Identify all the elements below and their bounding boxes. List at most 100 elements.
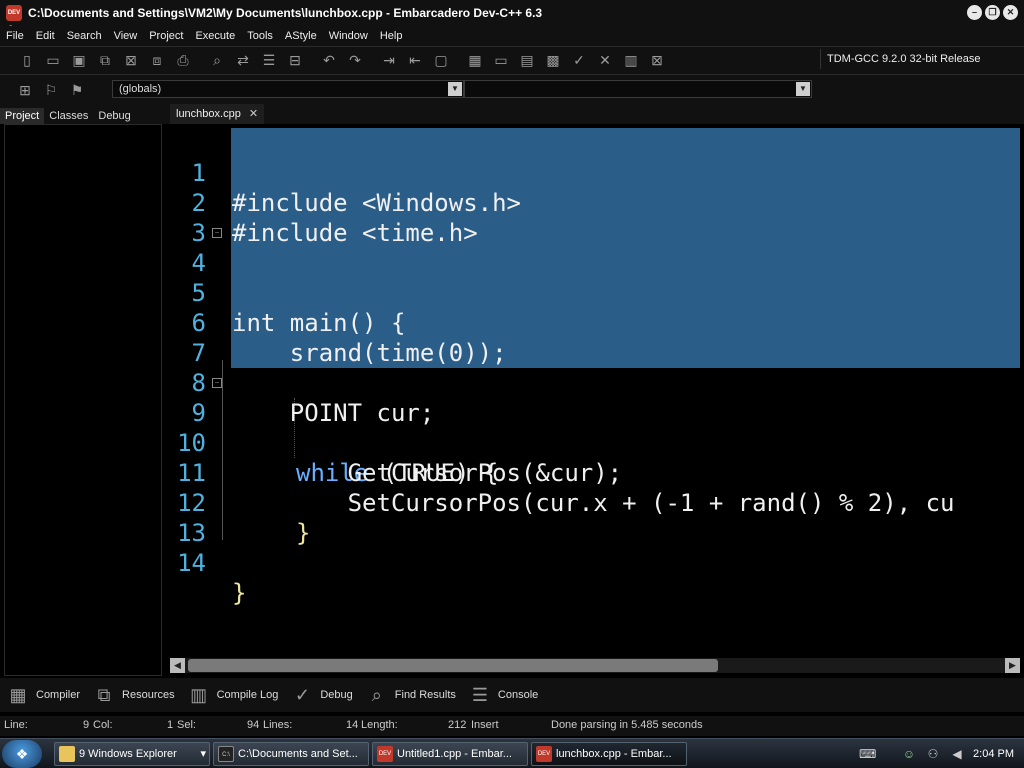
status-col-value: 1 <box>167 719 174 731</box>
profile-icon[interactable]: ▥ <box>618 49 644 73</box>
compile-run-icon[interactable]: ▤ <box>514 49 540 73</box>
close-button[interactable]: ✕ <box>1003 5 1018 20</box>
scroll-left-icon[interactable]: ◀ <box>170 658 185 673</box>
keyboard-icon[interactable]: ⌨ <box>859 746 876 762</box>
fold-collapse-icon[interactable]: − <box>212 378 222 388</box>
network-icon[interactable]: ⚇ <box>925 746 941 762</box>
minimize-button[interactable]: – <box>967 5 982 20</box>
replace-icon[interactable]: ⇄ <box>230 49 256 73</box>
syntax-check-icon[interactable]: ✓ <box>566 49 592 73</box>
undo-icon[interactable]: ↶ <box>316 49 342 73</box>
tab-project[interactable]: Project <box>0 108 45 124</box>
editor-tab-bar: lunchbox.cpp ✕ <box>166 104 1024 124</box>
tab-label: Debug <box>320 689 353 701</box>
menu-search[interactable]: Search <box>61 30 108 42</box>
tab-compile-log[interactable]: ▥ Compile Log <box>185 682 278 708</box>
tab-classes[interactable]: Classes <box>44 108 93 124</box>
unindent-icon[interactable]: ⇤ <box>402 49 428 73</box>
editor-tab-lunchbox[interactable]: lunchbox.cpp ✕ <box>170 104 265 124</box>
status-lines-label: Lines: <box>263 719 293 731</box>
editor-tab-label: lunchbox.cpp <box>176 108 241 120</box>
open-folder-icon[interactable]: ▭ <box>40 49 66 73</box>
tab-compiler[interactable]: ▦ Compiler <box>4 682 80 708</box>
tab-debug-output[interactable]: ✓ Debug <box>288 682 353 708</box>
scroll-right-icon[interactable]: ▶ <box>1005 658 1020 673</box>
user-icon[interactable]: ☺ <box>901 746 917 762</box>
tab-find-results[interactable]: ⌕ Find Results <box>363 682 456 708</box>
horizontal-scrollbar[interactable]: ◀ ▶ <box>170 658 1020 673</box>
status-line-value: 9 <box>83 719 90 731</box>
chevron-down-icon[interactable]: ▼ <box>796 82 810 96</box>
bar-chart-icon: ▥ <box>190 685 208 705</box>
code-line-current: 9 − while (TRUE) { <box>166 368 1020 487</box>
taskbar-windows-explorer[interactable]: 9 Windows Explorer ▾ <box>54 742 210 766</box>
save-icon[interactable]: ▣ <box>66 49 92 73</box>
menu-astyle[interactable]: AStyle <box>279 30 323 42</box>
devcpp-app-icon[interactable]: DEV C++ <box>6 5 22 32</box>
menu-edit[interactable]: Edit <box>30 30 61 42</box>
goto-bookmark-icon[interactable]: ⚑ <box>64 78 90 102</box>
menu-project[interactable]: Project <box>143 30 189 42</box>
rebuild-all-icon[interactable]: ▩ <box>540 49 566 73</box>
close-all-icon[interactable]: ⧈ <box>144 49 170 73</box>
compile-icon[interactable]: ▦ <box>462 49 488 73</box>
save-all-icon[interactable]: ⧉ <box>92 49 118 73</box>
code-editor[interactable]: 1 #include <Windows.h> 2 #include <time.… <box>166 124 1020 658</box>
members-combobox[interactable]: ▼ <box>464 80 812 98</box>
status-line-label: Line: <box>4 719 28 731</box>
class-toolbar: ⊞ ⚐ ⚑ (globals) ▼ ▼ <box>0 74 1024 104</box>
console-icon: ☰ <box>471 685 488 705</box>
project-browser-panel[interactable] <box>4 124 162 676</box>
scrollbar-thumb[interactable] <box>188 659 718 672</box>
resources-icon: ⧉ <box>97 685 111 705</box>
status-message: Done parsing in 5.485 seconds <box>551 719 703 731</box>
status-bar: Line: 9 Col: 1 Sel: 94 Lines: 14 Length:… <box>0 716 1024 736</box>
left-panel-tabs: Project Classes Debug <box>0 104 166 124</box>
goto-line-icon[interactable]: ☰ <box>256 49 282 73</box>
tab-debug[interactable]: Debug <box>93 108 135 124</box>
indent-icon[interactable]: ⇥ <box>376 49 402 73</box>
close-file-icon[interactable]: ⊠ <box>118 49 144 73</box>
taskbar-lunchbox-devcpp[interactable]: DEV lunchbox.cpp - Embar... <box>531 742 687 766</box>
delete-profile-icon[interactable]: ⊠ <box>644 49 670 73</box>
globals-combobox-value: (globals) <box>119 83 162 95</box>
menu-file[interactable]: File <box>0 30 30 42</box>
start-button[interactable]: ❖ <box>2 740 42 768</box>
restore-button[interactable]: ❐ <box>985 5 1000 20</box>
menu-bar: File Edit Search View Project Execute To… <box>0 26 1024 46</box>
code-line: 8 POINT cur; <box>166 338 1020 427</box>
clock[interactable]: 2:04 PM <box>973 748 1014 760</box>
menu-window[interactable]: Window <box>323 30 374 42</box>
redo-icon[interactable]: ↷ <box>342 49 368 73</box>
print-icon[interactable]: ⎙ <box>170 49 196 73</box>
close-tab-icon[interactable]: ✕ <box>249 104 258 124</box>
menu-execute[interactable]: Execute <box>189 30 241 42</box>
taskbar-command-prompt[interactable]: C:\ C:\Documents and Set... <box>213 742 369 766</box>
fold-collapse-icon[interactable]: − <box>212 228 222 238</box>
compiler-select[interactable]: TDM-GCC 9.2.0 32-bit Release <box>820 49 1018 69</box>
toggle-bookmark-icon[interactable]: ⚐ <box>38 78 64 102</box>
chevron-down-icon[interactable]: ▼ <box>448 82 462 96</box>
taskbar-untitled1-devcpp[interactable]: DEV Untitled1.cpp - Embar... <box>372 742 528 766</box>
menu-help[interactable]: Help <box>374 30 409 42</box>
toggle-fold-icon[interactable]: ⊟ <box>282 49 308 73</box>
tab-console[interactable]: ☰ Console <box>466 682 538 708</box>
stop-icon[interactable]: ✕ <box>592 49 618 73</box>
tab-resources[interactable]: ⧉ Resources <box>90 682 175 708</box>
comment-icon[interactable]: ▢ <box>428 49 454 73</box>
new-file-icon[interactable]: ▯ <box>14 49 40 73</box>
code-line: 13 <box>166 488 1020 547</box>
volume-icon[interactable]: ◀ <box>949 746 965 762</box>
code-line: 2 #include <time.h> <box>166 158 1020 247</box>
insert-code-icon[interactable]: ⊞ <box>12 78 38 102</box>
code-line: 5 <box>166 248 1020 307</box>
folder-icon <box>59 746 75 762</box>
code-line: 4 − int main() { <box>166 218 1020 337</box>
menu-tools[interactable]: Tools <box>241 30 279 42</box>
find-icon[interactable]: ⌕ <box>204 49 230 73</box>
menu-view[interactable]: View <box>108 30 144 42</box>
bottom-panel-tabs: ▦ Compiler ⧉ Resources ▥ Compile Log ✓ D… <box>0 678 1024 712</box>
run-icon[interactable]: ▭ <box>488 49 514 73</box>
code-line: 10 GetCursorPos(&cur); <box>166 398 1020 487</box>
globals-combobox[interactable]: (globals) ▼ <box>112 80 464 98</box>
